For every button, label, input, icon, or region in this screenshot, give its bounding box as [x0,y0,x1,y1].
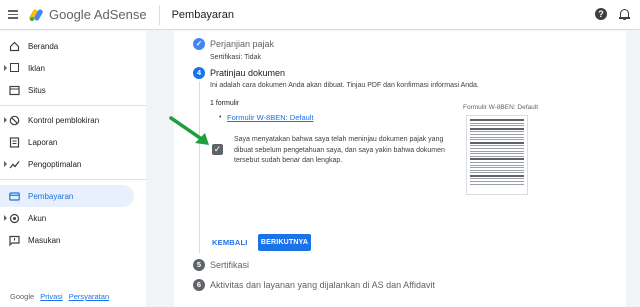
sidebar-item-iklan[interactable]: Iklan [0,57,134,79]
sidebar-item-label: Situs [28,85,46,95]
form-w8ben-link[interactable]: Formulir W-8BEN: Default [227,113,314,122]
account-icon [9,213,20,224]
sidebar-item-pembayaran[interactable]: Pembayaran [0,185,134,207]
form-count: 1 formulir [210,100,240,107]
menu-icon[interactable] [8,10,18,19]
notifications-icon[interactable] [619,8,630,20]
sidebar-item-label: Masukan [28,235,61,245]
step-preview-title: Pratinjau dokumen [210,68,286,78]
reports-icon [9,136,20,148]
sidebar-divider [0,105,146,106]
sidebar-item-masukan[interactable]: Masukan [0,229,134,251]
expand-caret-icon[interactable] [4,117,7,123]
next-button[interactable]: BERIKUTNYA [258,234,311,251]
terms-link[interactable]: Persyaratan [69,292,109,301]
document-thumbnail-caption: Formulir W-8BEN: Default [463,104,539,111]
payments-icon [9,191,20,202]
confirm-text: Saya menyatakan bahwa saya telah meninja… [234,136,445,164]
sidebar-item-label: Iklan [28,63,45,73]
sites-icon [9,85,20,96]
step-done-check-icon: ✓ [193,38,205,50]
expand-caret-icon[interactable] [4,65,7,71]
sidebar: Beranda Iklan Situs Kontrol pemblokiran … [0,31,146,307]
sidebar-item-label: Laporan [28,137,58,147]
step-activities-title: Aktivitas dan layanan yang dijalankan di… [210,280,435,290]
tax-info-card: ✓ Perjanjian pajak Sertifikasi: Tidak 4 … [174,31,626,307]
sidebar-item-pengoptimalan[interactable]: Pengoptimalan [0,153,134,175]
document-thumbnail[interactable] [466,115,528,195]
sidebar-item-kontrol-pemblokiran[interactable]: Kontrol pemblokiran [0,109,134,131]
step-connector [199,81,200,253]
sidebar-divider [0,179,146,180]
brand-name: Google AdSense [49,7,147,22]
ads-icon [9,62,20,74]
sidebar-item-label: Akun [28,213,47,223]
step-certification-title: Sertifikasi [210,260,250,270]
sidebar-item-label: Pembayaran [28,191,74,201]
adsense-logo-mark [28,8,44,21]
sidebar-item-label: Pengoptimalan [28,159,82,169]
annotation-arrow-icon [169,116,209,145]
feedback-icon [9,235,20,246]
page-title: Pembayaran [171,8,234,21]
optimization-icon [9,159,20,170]
privacy-link[interactable]: Privasi [40,292,63,301]
sidebar-item-laporan[interactable]: Laporan [0,131,134,153]
step-number-badge: 4 [193,67,205,79]
sidebar-item-beranda[interactable]: Beranda [0,35,134,57]
sidebar-footer: Google Privasi Persyaratan [10,292,109,301]
expand-caret-icon[interactable] [4,161,7,167]
sidebar-item-akun[interactable]: Akun [0,207,134,229]
step-number-badge: 5 [193,259,205,271]
adsense-logo[interactable]: Google AdSense [28,7,147,22]
step-treaty-subtitle: Sertifikasi: Tidak [210,54,261,61]
sidebar-item-label: Kontrol pemblokiran [28,115,100,125]
step-preview-description: Ini adalah cara dokumen Anda akan dibuat… [210,82,479,89]
step-number-badge: 6 [193,279,205,291]
home-icon [9,41,20,52]
help-icon[interactable]: ? [595,8,607,20]
sidebar-item-situs[interactable]: Situs [0,79,134,101]
expand-caret-icon[interactable] [4,215,7,221]
footer-google: Google [10,292,35,301]
sidebar-item-label: Beranda [28,41,59,51]
top-app-bar: Google AdSense Pembayaran ? [0,0,640,30]
back-button[interactable]: KEMBALI [212,238,248,247]
header-divider [158,4,160,25]
step-treaty-title: Perjanjian pajak [210,39,275,49]
block-icon [9,115,20,126]
